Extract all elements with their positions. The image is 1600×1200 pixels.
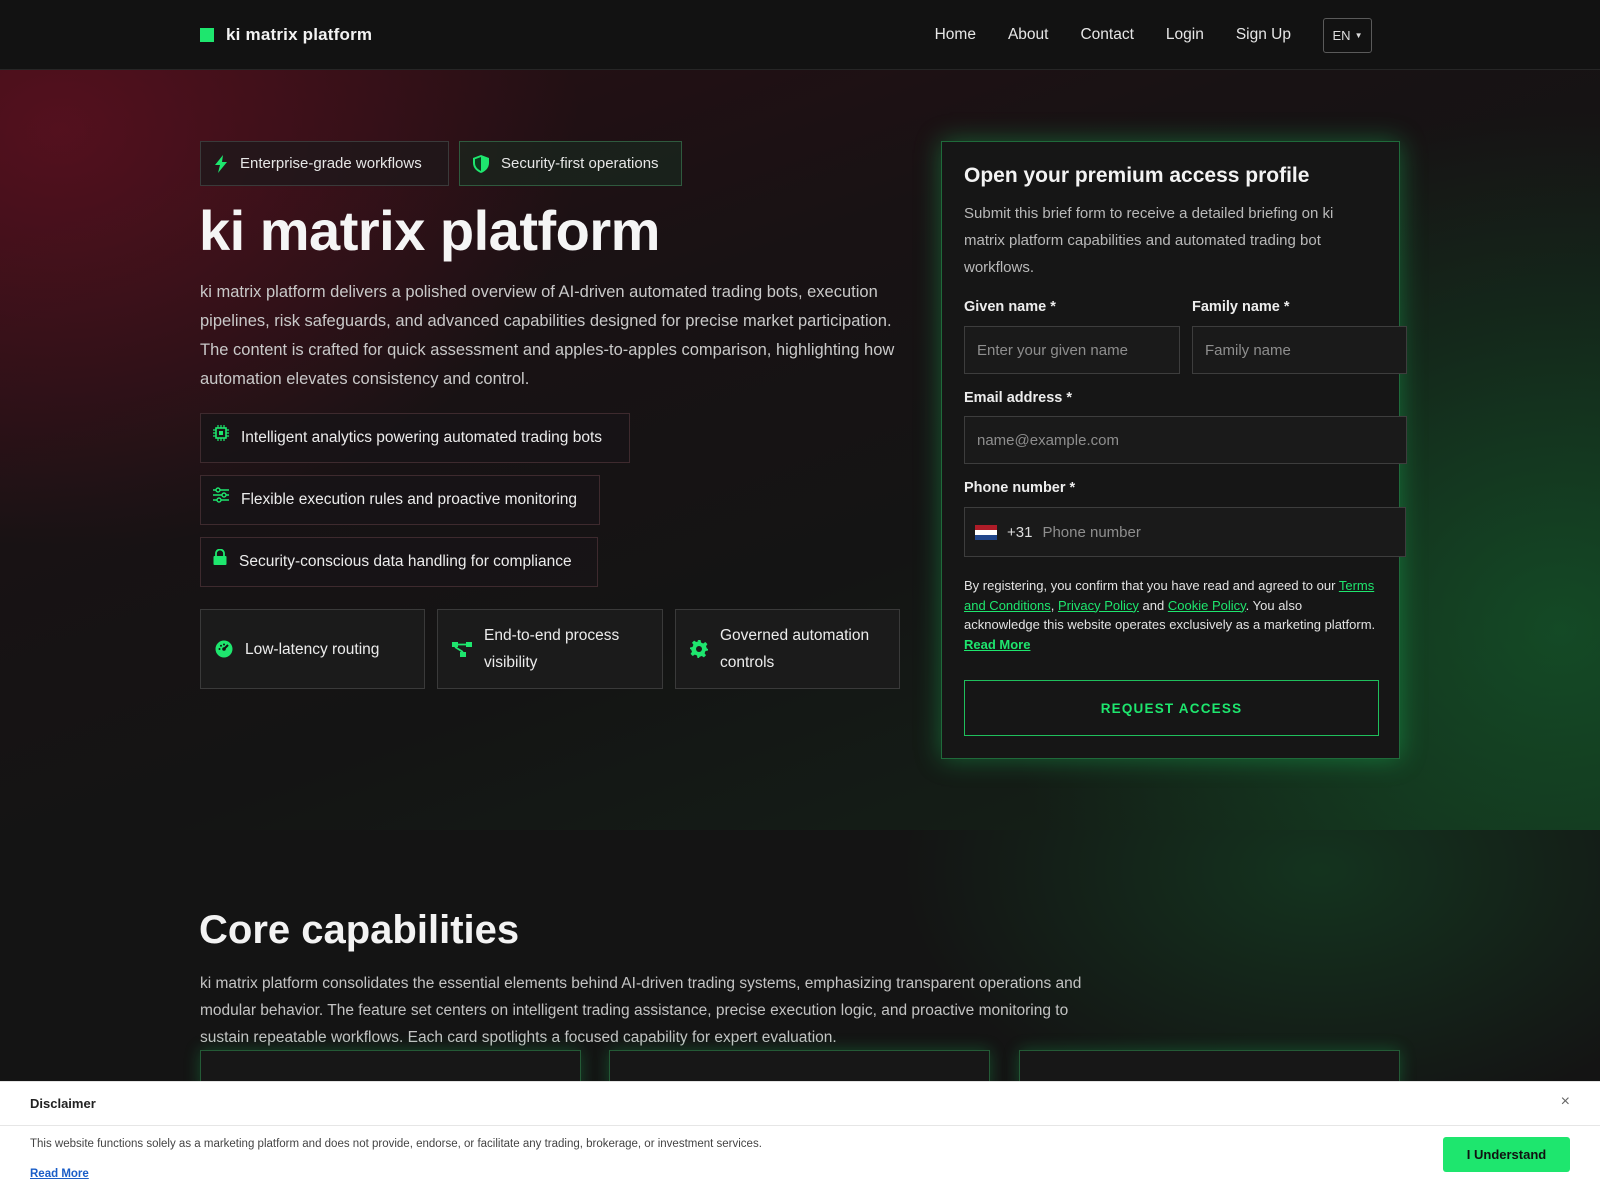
phone-label: Phone number *: [964, 480, 1076, 496]
phone-input[interactable]: [1042, 523, 1405, 541]
gear-icon: [690, 640, 708, 658]
capability-card: Governed automation controls: [675, 609, 900, 689]
sliders-icon: [213, 487, 229, 503]
understand-button[interactable]: I Understand: [1443, 1137, 1570, 1172]
cookie-link[interactable]: Cookie Policy: [1168, 598, 1246, 613]
core-title: Core capabilities: [199, 908, 520, 952]
hero-description: ki matrix platform delivers a polished o…: [200, 283, 895, 388]
lightning-icon: [214, 154, 228, 173]
feature-row: Intelligent analytics powering automated…: [200, 413, 630, 463]
capability-label: Low-latency routing: [245, 640, 380, 658]
logo-text: ki matrix platform: [226, 25, 373, 44]
disclaimer-title: Disclaimer: [30, 1096, 96, 1111]
close-icon[interactable]: ×: [1561, 1093, 1570, 1111]
nav-login[interactable]: Login: [1166, 26, 1204, 44]
hero-title: ki matrix platform: [199, 199, 660, 262]
language-label: EN: [1332, 27, 1351, 43]
badge-enterprise: Enterprise-grade workflows: [200, 141, 449, 186]
form-title: Open your premium access profile: [964, 164, 1310, 187]
language-selector[interactable]: EN ▼: [1323, 17, 1372, 53]
given-name-label: Given name *: [964, 299, 1056, 315]
disclaimer-header: Disclaimer ×: [0, 1082, 1600, 1126]
access-form-card: Open your premium access profile Submit …: [941, 141, 1407, 759]
dial-code[interactable]: +31: [1007, 524, 1032, 541]
logo-mark-icon: [200, 28, 214, 42]
consent-and: and: [1142, 597, 1165, 613]
feature-label: Security-conscious data handling for com…: [239, 553, 572, 570]
form-description: Submit this brief form to receive a deta…: [964, 205, 1334, 276]
feature-row: Flexible execution rules and proactive m…: [200, 475, 600, 525]
email-label: Email address *: [964, 390, 1072, 406]
feature-label: Intelligent analytics powering automated…: [241, 429, 603, 446]
capability-label: Governed automation controls: [720, 627, 870, 671]
badge-label: Security-first operations: [501, 155, 659, 172]
network-icon: [452, 640, 472, 658]
nav-signup[interactable]: Sign Up: [1236, 26, 1291, 44]
nav-home[interactable]: Home: [935, 26, 976, 44]
given-name-input[interactable]: [964, 326, 1180, 374]
capability-card: End-to-end process visibility: [437, 609, 663, 689]
privacy-link[interactable]: Privacy Policy: [1058, 598, 1139, 613]
feature-row: Security-conscious data handling for com…: [200, 537, 598, 587]
gauge-icon: [215, 640, 233, 658]
logo[interactable]: ki matrix platform: [200, 22, 372, 48]
consent-prefix: By registering, you confirm that you hav…: [964, 578, 1336, 593]
disclaimer-read-more-link[interactable]: Read More: [30, 1168, 89, 1180]
main-nav: Home About Contact Login Sign Up EN ▼: [903, 17, 1372, 53]
core-description: ki matrix platform consolidates the esse…: [200, 975, 1082, 1046]
phone-field[interactable]: +31: [964, 507, 1406, 557]
consent-read-more-link[interactable]: Read More: [964, 637, 1030, 652]
capability-label: End-to-end process visibility: [484, 627, 620, 671]
netherlands-flag-icon[interactable]: [975, 524, 997, 540]
email-input[interactable]: [964, 416, 1407, 464]
nav-contact[interactable]: Contact: [1080, 26, 1133, 44]
shield-icon: [473, 154, 489, 173]
site-header: ki matrix platform Home About Contact Lo…: [0, 0, 1600, 70]
caret-down-icon: ▼: [1354, 30, 1363, 40]
lock-icon: [213, 549, 227, 565]
badge-label: Enterprise-grade workflows: [240, 155, 422, 172]
chip-icon: [213, 425, 229, 441]
feature-label: Flexible execution rules and proactive m…: [241, 491, 578, 508]
nav-about[interactable]: About: [1008, 26, 1049, 44]
consent-text: By registering, you confirm that you hav…: [964, 576, 1376, 654]
disclaimer-text: This website functions solely as a marke…: [30, 1138, 762, 1150]
request-access-button[interactable]: REQUEST ACCESS: [964, 680, 1379, 736]
capability-card: Low-latency routing: [200, 609, 425, 689]
family-name-label: Family name *: [1192, 299, 1290, 315]
badge-security: Security-first operations: [459, 141, 682, 186]
family-name-input[interactable]: [1192, 326, 1407, 374]
disclaimer-bar: Disclaimer × This website functions sole…: [0, 1081, 1600, 1200]
consent-comma: ,: [1050, 597, 1055, 613]
